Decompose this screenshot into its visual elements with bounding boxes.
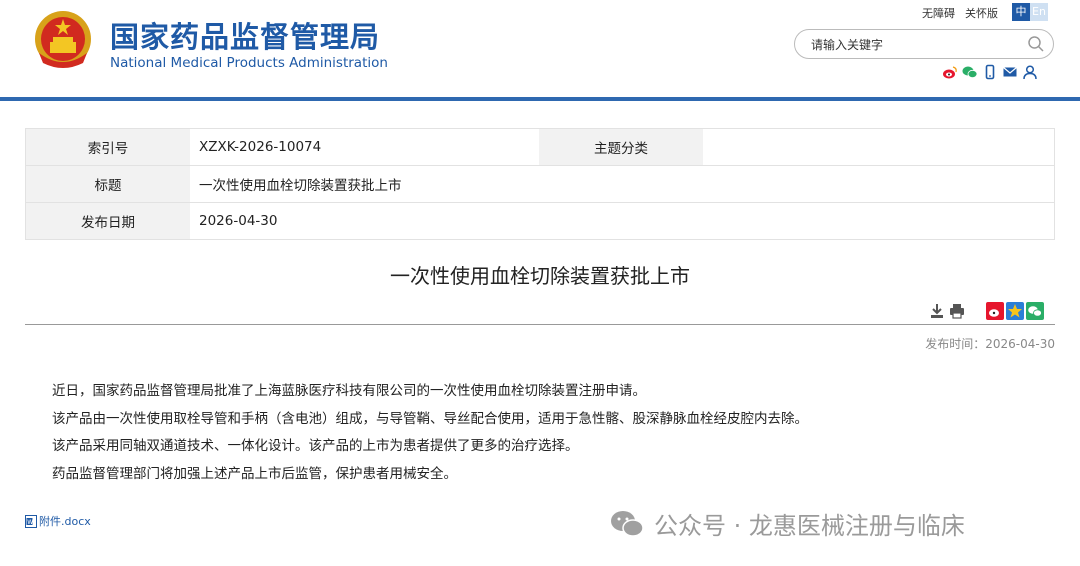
- watermark: 公众号 · 龙惠医械注册与临床: [610, 506, 965, 541]
- mobile-icon[interactable]: [982, 64, 998, 80]
- paragraph: 该产品采用同轴双通道技术、一体化设计。该产品的上市为患者提供了更多的治疗选择。: [52, 438, 579, 454]
- table-row: 标题 一次性使用血栓切除装置获批上市: [25, 165, 1055, 203]
- social-links: [942, 64, 1038, 80]
- wechat-icon[interactable]: [962, 64, 978, 80]
- accessibility-link[interactable]: 无障碍: [922, 7, 955, 20]
- weibo-icon[interactable]: [942, 64, 958, 80]
- watermark-text: 公众号 · 龙惠医械注册与临床: [654, 512, 965, 540]
- attachment-link[interactable]: W 附件.docx: [25, 513, 91, 529]
- word-file-icon: W: [25, 514, 37, 528]
- title-value: 一次性使用血栓切除装置获批上市: [190, 165, 1055, 203]
- article-body: 近日，国家药品监督管理局批准了上海蓝脉医疗科技有限公司的一次性使用血栓切除装置注…: [52, 378, 808, 488]
- date-label: 发布日期: [25, 202, 190, 240]
- date-value: 2026-04-30: [190, 202, 1055, 240]
- category-value: [703, 128, 1055, 166]
- title-divider: [25, 324, 1055, 325]
- article-tools: [928, 302, 1044, 320]
- logo-title-en[interactable]: National Medical Products Administration: [110, 55, 388, 71]
- attachment-label[interactable]: 附件.docx: [39, 513, 91, 529]
- table-row: 发布日期 2026-04-30: [25, 202, 1055, 240]
- svg-text:W: W: [27, 518, 33, 525]
- search-box: [794, 29, 1054, 59]
- article-title: 一次性使用血栓切除装置获批上市: [390, 264, 690, 288]
- care-mode-link[interactable]: 关怀版: [965, 7, 998, 20]
- mail-icon[interactable]: [1002, 64, 1018, 80]
- share-weibo-icon[interactable]: [986, 302, 1004, 320]
- lang-en-button[interactable]: En: [1030, 3, 1048, 21]
- category-label: 主题分类: [539, 128, 703, 166]
- print-icon[interactable]: [948, 302, 966, 320]
- top-links: 无障碍 关怀版: [922, 5, 1008, 21]
- search-icon[interactable]: [1027, 35, 1045, 53]
- national-emblem-icon: [35, 11, 91, 68]
- table-row: 索引号 XZXK-2026-10074 主题分类: [25, 128, 1055, 166]
- language-switch: 中 En: [1012, 3, 1048, 21]
- paragraph: 近日，国家药品监督管理局批准了上海蓝脉医疗科技有限公司的一次性使用血栓切除装置注…: [52, 383, 646, 399]
- user-icon[interactable]: [1022, 64, 1038, 80]
- site-header: 国家药品监督管理局 National Medical Products Admi…: [0, 0, 1080, 101]
- wechat-official-icon: [611, 510, 644, 537]
- share-wechat-icon[interactable]: [1026, 302, 1044, 320]
- index-value: XZXK-2026-10074: [190, 128, 539, 166]
- title-label: 标题: [25, 165, 190, 203]
- info-table: 索引号 XZXK-2026-10074 主题分类 标题 一次性使用血栓切除装置获…: [25, 128, 1055, 240]
- lang-zh-button[interactable]: 中: [1012, 3, 1030, 21]
- paragraph: 该产品由一次性使用取栓导管和手柄（含电池）组成，与导管鞘、导丝配合使用，适用于急…: [52, 410, 808, 427]
- share-qzone-icon[interactable]: [1006, 302, 1024, 320]
- search-input[interactable]: [809, 35, 1013, 55]
- logo-title-cn[interactable]: 国家药品监督管理局: [110, 14, 380, 56]
- download-icon[interactable]: [928, 302, 946, 320]
- publish-time: 发布时间：2026-04-30: [925, 337, 1055, 351]
- header-divider: [0, 97, 1080, 101]
- index-label: 索引号: [25, 128, 190, 166]
- paragraph: 药品监督管理部门将加强上述产品上市后监管，保护患者用械安全。: [52, 465, 457, 482]
